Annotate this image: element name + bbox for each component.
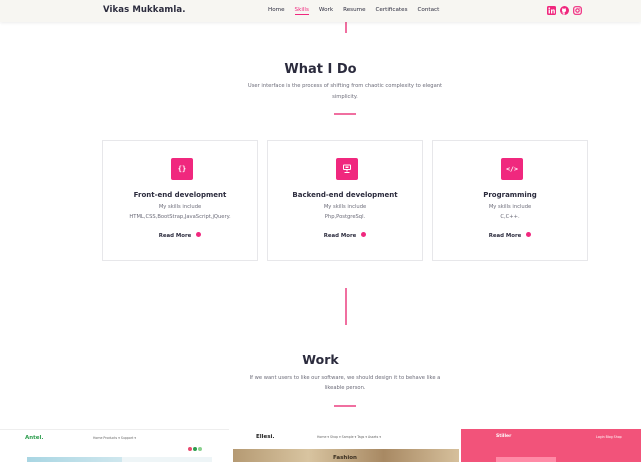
what-i-do-accent-line: [334, 113, 356, 115]
thumb-brand: Ellesi.: [256, 434, 275, 440]
read-more-link[interactable]: Read More: [268, 232, 422, 239]
nav-link-resume[interactable]: Resume: [343, 7, 365, 15]
read-more-label: Read More: [158, 233, 192, 239]
linkedin-icon[interactable]: [547, 6, 556, 15]
thumb-brand: Stiller: [496, 434, 512, 439]
card-text: My skills include: [158, 204, 202, 210]
social-icons: [547, 6, 582, 15]
thumb-hero-panel: [122, 457, 212, 462]
thumb-menu: Login Blog Shop: [596, 435, 622, 439]
read-more-label: Read More: [323, 233, 357, 239]
work-thumbnail-antel[interactable]: Antel. Home Products ▾ Support ▾: [0, 429, 229, 462]
thumb-hero-image: Fashion: [233, 449, 459, 462]
card-text: HTML,CSS,BootStrap,JavaScript,jQuery.: [129, 214, 231, 220]
thumb-hero-image: [27, 457, 122, 462]
card-text: My skills include: [488, 204, 532, 210]
nav-link-certificates[interactable]: Certificates: [376, 7, 408, 15]
work-accent-line: [334, 405, 356, 407]
work-title: Work: [302, 352, 339, 367]
read-more-label: Read More: [488, 233, 522, 239]
code-tag-icon: </>: [501, 158, 523, 180]
thumb-hero-caption: Fashion: [333, 455, 357, 461]
card-text: C,C++.: [500, 214, 520, 220]
thumb-hero-bar: [496, 457, 556, 462]
thumb-menu: Home Products ▾ Support ▾: [93, 436, 137, 440]
nav-link-skills[interactable]: Skills: [294, 7, 309, 15]
arrow-circle-icon: [361, 232, 367, 237]
thumb-brand: Antel.: [25, 435, 44, 441]
arrow-circle-icon: [526, 232, 532, 237]
card-title: Front-end development: [133, 191, 227, 199]
instagram-icon[interactable]: [573, 6, 582, 15]
divider-vertical-top: [345, 22, 347, 33]
brand-logo[interactable]: Vikas Mukkamla.: [103, 5, 186, 15]
skill-card-frontend: {} Front-end development My skills inclu…: [102, 140, 258, 261]
nav-link-work[interactable]: Work: [319, 7, 333, 15]
skill-card-programming: </> Programming My skills include C,C++.…: [432, 140, 588, 261]
what-i-do-subtitle-line2: simplicity.: [332, 94, 358, 100]
skill-card-backend: Backend-end development My skills includ…: [267, 140, 423, 261]
card-title: Backend-end development: [292, 191, 398, 199]
thumb-dots: [188, 436, 210, 451]
card-title: Programming: [483, 191, 537, 199]
card-text: My skills include: [323, 204, 367, 210]
divider-vertical-middle: [345, 288, 347, 325]
read-more-link[interactable]: Read More: [433, 232, 587, 239]
server-icon: [336, 158, 358, 180]
read-more-link[interactable]: Read More: [103, 232, 257, 239]
card-text: Php,PostgreSql.: [324, 214, 366, 220]
nav-menu: Home Skills Work Resume Certificates Con…: [268, 7, 449, 15]
code-braces-icon: {}: [171, 158, 193, 180]
what-i-do-subtitle-line1: User interface is the process of shiftin…: [247, 83, 443, 89]
nav-link-contact[interactable]: Contact: [418, 7, 440, 15]
arrow-circle-icon: [196, 232, 202, 237]
thumb-menu: Home ▾ Shop ▾ Sample ▾ Tags ▾ Assets ▾: [317, 435, 381, 439]
work-subtitle-line2: likeable person.: [324, 385, 366, 391]
github-icon[interactable]: [560, 6, 569, 15]
work-thumbnail-ellesi[interactable]: Ellesi. Home ▾ Shop ▾ Sample ▾ Tags ▾ As…: [231, 429, 461, 462]
nav-link-home[interactable]: Home: [268, 7, 285, 15]
top-navbar: Vikas Mukkamla. Home Skills Work Resume …: [0, 0, 641, 22]
work-thumbnail-stiller[interactable]: Stiller Login Blog Shop: [461, 429, 641, 462]
what-i-do-title: What I Do: [284, 62, 357, 77]
